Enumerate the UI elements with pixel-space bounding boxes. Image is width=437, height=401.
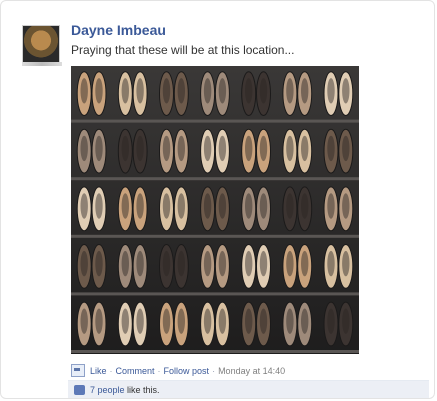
shoe-opening (121, 78, 129, 104)
shoe-opening (162, 78, 171, 104)
shoe-opening (218, 135, 227, 162)
shoe-opening (218, 193, 227, 219)
shoe-opening (95, 135, 103, 162)
shoe-opening (259, 193, 268, 219)
shoe-opening (245, 308, 253, 334)
avatar-caption-strip (22, 62, 62, 66)
shoe-opening (218, 308, 227, 334)
shoe-opening (342, 135, 350, 162)
shoe-opening (245, 78, 253, 104)
like-link[interactable]: Like (90, 366, 107, 376)
shelf-line (71, 350, 359, 353)
separator: · (212, 365, 216, 376)
shoe-opening (162, 193, 171, 219)
comment-link[interactable]: Comment (116, 366, 155, 376)
shoe-opening (162, 135, 171, 162)
separator: · (157, 365, 161, 376)
shelf-line (71, 119, 359, 123)
shoe-opening (95, 193, 103, 219)
shoe-opening (80, 78, 88, 104)
shoe-opening (121, 135, 129, 162)
shoe-opening (203, 250, 212, 277)
shoe-opening (136, 250, 144, 277)
shoe-opening (286, 308, 294, 334)
shoe-opening (245, 135, 253, 162)
action-bar: Like · Comment · Follow post · Monday at… (71, 364, 285, 377)
thumbs-up-icon (74, 384, 85, 395)
shoe-opening (136, 193, 144, 219)
shoe-opening (80, 193, 88, 219)
shoe-opening (136, 78, 144, 104)
shoe-opening (95, 250, 103, 277)
shoe-opening (80, 135, 88, 162)
shoe-opening (259, 308, 268, 334)
shoe-opening (136, 308, 144, 334)
shoe-opening (342, 193, 350, 219)
shelf-line (71, 234, 359, 238)
author-name[interactable]: Dayne Imbeau (71, 22, 166, 38)
shoe-opening (95, 308, 103, 334)
shoe-opening (95, 78, 103, 104)
post-text: Praying that these will be at this locat… (71, 43, 295, 57)
shoe-opening (177, 308, 185, 334)
shoe-opening (342, 78, 350, 104)
shoe-opening (342, 308, 350, 334)
profile-avatar[interactable] (22, 25, 62, 66)
shoe-opening (245, 250, 253, 277)
shoe-opening (286, 193, 294, 219)
shelf-line (71, 177, 359, 181)
shoe-opening (203, 135, 212, 162)
shoe-opening (286, 78, 294, 104)
shoe-opening (121, 193, 129, 219)
shoe-opening (259, 135, 268, 162)
likes-count-link[interactable]: 7 people (90, 385, 125, 395)
separator: · (109, 365, 113, 376)
shoe-opening (301, 308, 309, 334)
shoe-opening (177, 193, 185, 219)
shoe-wall-image (71, 66, 359, 354)
shoe-opening (342, 250, 350, 277)
shoe-opening (327, 135, 335, 162)
shoe-opening (259, 250, 268, 277)
shoe-opening (301, 250, 309, 277)
shoe-opening (327, 308, 335, 334)
shoe-opening (203, 193, 212, 219)
shoe-opening (286, 250, 294, 277)
shoe-opening (301, 193, 309, 219)
likes-bar: 7 people like this. (68, 380, 429, 398)
shoe-opening (121, 308, 129, 334)
shoe-opening (301, 78, 309, 104)
shoe-opening (80, 250, 88, 277)
shoe-opening (286, 135, 294, 162)
post-photo[interactable] (71, 66, 359, 354)
shoe-opening (203, 78, 212, 104)
follow-post-link[interactable]: Follow post (164, 366, 210, 376)
shoe-opening (301, 135, 309, 162)
shoe-opening (162, 250, 171, 277)
shoe-opening (327, 78, 335, 104)
shoe-opening (162, 308, 171, 334)
post-card: Dayne Imbeau Praying that these will be … (0, 0, 435, 399)
shoe-opening (121, 250, 129, 277)
shoe-opening (136, 135, 144, 162)
timestamp[interactable]: Monday at 14:40 (218, 366, 285, 376)
shoe-opening (80, 308, 88, 334)
shoe-opening (177, 135, 185, 162)
shoe-opening (327, 250, 335, 277)
shoe-opening (218, 78, 227, 104)
shoe-opening (245, 193, 253, 219)
post-type-icon (71, 364, 85, 377)
shelf-line (71, 292, 359, 296)
shoe-opening (327, 193, 335, 219)
shoe-opening (177, 78, 185, 104)
shoe-opening (259, 78, 268, 104)
shoe-opening (177, 250, 185, 277)
shoe-opening (203, 308, 212, 334)
shoe-opening (218, 250, 227, 277)
likes-suffix: like this. (124, 384, 160, 395)
